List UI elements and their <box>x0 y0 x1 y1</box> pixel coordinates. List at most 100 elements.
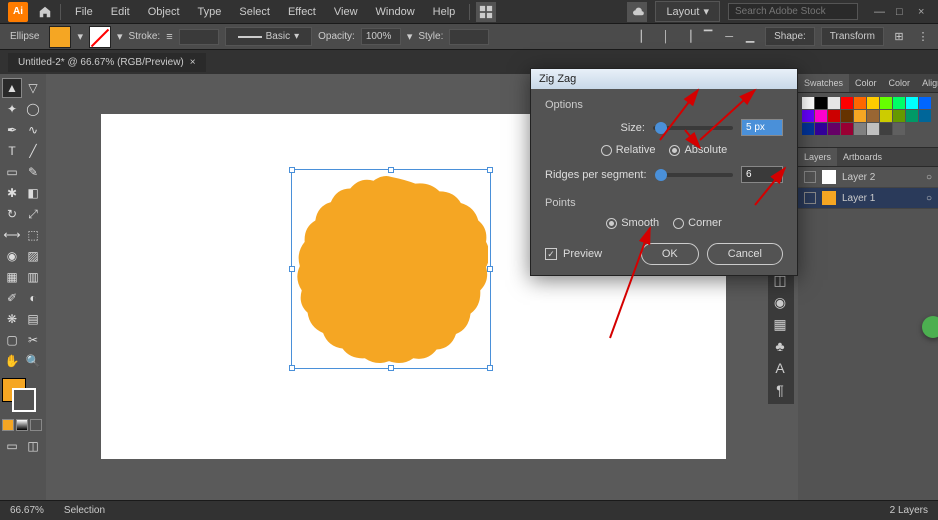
swatch[interactable] <box>880 97 892 109</box>
menu-type[interactable]: Type <box>190 2 230 22</box>
chevron-down-icon[interactable]: ▾ <box>407 30 413 43</box>
handle-br[interactable] <box>487 365 493 371</box>
swatch[interactable] <box>815 97 827 109</box>
stroke-swatch[interactable] <box>89 26 111 48</box>
align-center-icon[interactable]: │ <box>657 28 675 46</box>
free-transform-tool-icon[interactable]: ⬚ <box>23 225 43 245</box>
maximize-icon[interactable]: □ <box>896 6 908 18</box>
swatch[interactable] <box>854 97 866 109</box>
none-mode-icon[interactable] <box>30 419 42 431</box>
line-tool-icon[interactable]: ╱ <box>23 141 43 161</box>
tab-swatches[interactable]: Swatches <box>798 74 849 92</box>
menu-select[interactable]: Select <box>231 2 278 22</box>
swatch[interactable] <box>841 97 853 109</box>
layer-row[interactable]: Layer 1 ○ <box>798 188 938 209</box>
rectangle-tool-icon[interactable]: ▭ <box>2 162 22 182</box>
selection-tool-icon[interactable]: ▲ <box>2 78 22 98</box>
draw-mode-icon[interactable]: ◫ <box>23 436 43 456</box>
swatch[interactable] <box>906 110 918 122</box>
tab-align[interactable]: Align <box>916 74 938 92</box>
swatch[interactable] <box>802 110 814 122</box>
swatch[interactable] <box>841 123 853 135</box>
clubs-icon[interactable]: ♣ <box>770 336 790 356</box>
layout-dropdown[interactable]: Layout ▾ <box>655 1 720 22</box>
stroke-weight-stepper[interactable]: ≡ <box>166 31 172 43</box>
swatch[interactable] <box>893 110 905 122</box>
swatch[interactable] <box>919 97 931 109</box>
menu-view[interactable]: View <box>326 2 366 22</box>
dialog-titlebar[interactable]: Zig Zag <box>531 69 797 89</box>
tab-color[interactable]: Color <box>849 74 883 92</box>
fill-swatch[interactable] <box>49 26 71 48</box>
preview-checkbox[interactable]: ✓ Preview <box>545 248 602 260</box>
align-left-icon[interactable]: ▏ <box>636 28 654 46</box>
swatch[interactable] <box>893 123 905 135</box>
width-tool-icon[interactable]: ⟷ <box>2 225 22 245</box>
chevron-down-icon[interactable]: ▾ <box>117 30 123 43</box>
swatch[interactable] <box>919 110 931 122</box>
appearance-panel-icon[interactable]: ◉ <box>770 292 790 312</box>
smooth-radio[interactable]: Smooth <box>606 217 659 229</box>
curvature-tool-icon[interactable]: ∿ <box>23 120 43 140</box>
close-icon[interactable]: × <box>918 6 930 18</box>
layer-target-icon[interactable]: ○ <box>926 172 932 183</box>
graph-tool-icon[interactable]: ▤ <box>23 309 43 329</box>
transform-button[interactable]: Transform <box>821 27 884 46</box>
arrange-icon[interactable] <box>476 2 496 22</box>
minimize-icon[interactable]: — <box>874 6 886 18</box>
swatch[interactable] <box>893 97 905 109</box>
absolute-radio[interactable]: Absolute <box>669 144 727 156</box>
gradient-tool-icon[interactable]: ▥ <box>23 267 43 287</box>
swatch[interactable] <box>880 110 892 122</box>
swatch[interactable] <box>854 110 866 122</box>
selection-bounding-box[interactable] <box>291 169 491 369</box>
swatch[interactable] <box>841 110 853 122</box>
size-slider[interactable] <box>653 126 733 130</box>
handle-bl[interactable] <box>289 365 295 371</box>
symbol-sprayer-tool-icon[interactable]: ❋ <box>2 309 22 329</box>
magic-wand-tool-icon[interactable]: ✦ <box>2 99 22 119</box>
tab-close-icon[interactable]: × <box>190 57 196 68</box>
paragraph-panel-icon[interactable]: ¶ <box>770 380 790 400</box>
document-tab[interactable]: Untitled-2* @ 66.67% (RGB/Preview) × <box>8 53 206 72</box>
handle-tl[interactable] <box>289 167 295 173</box>
zoom-tool-icon[interactable]: 🔍 <box>23 351 43 371</box>
handle-bm[interactable] <box>388 365 394 371</box>
gradient-mode-icon[interactable] <box>16 419 28 431</box>
handle-mr[interactable] <box>487 266 493 272</box>
direct-selection-tool-icon[interactable]: ▽ <box>23 78 43 98</box>
menu-effect[interactable]: Effect <box>280 2 324 22</box>
ridges-input[interactable] <box>741 166 783 183</box>
relative-radio[interactable]: Relative <box>601 144 656 156</box>
corner-radio[interactable]: Corner <box>673 217 722 229</box>
align-top-icon[interactable]: ▔ <box>699 28 717 46</box>
menu-object[interactable]: Object <box>140 2 188 22</box>
screen-mode-icon[interactable]: ▭ <box>2 436 22 456</box>
swatch[interactable] <box>867 97 879 109</box>
eraser-tool-icon[interactable]: ◧ <box>23 183 43 203</box>
handle-tm[interactable] <box>388 167 394 173</box>
eyedropper-tool-icon[interactable]: ✐ <box>2 288 22 308</box>
size-input[interactable] <box>741 119 783 136</box>
search-input[interactable] <box>728 3 858 20</box>
tab-layers[interactable]: Layers <box>798 148 837 166</box>
swatch[interactable] <box>828 97 840 109</box>
layer-visibility-icon[interactable] <box>804 192 816 204</box>
hand-tool-icon[interactable]: ✋ <box>2 351 22 371</box>
color-mode-icon[interactable] <box>2 419 14 431</box>
type-tool-icon[interactable]: T <box>2 141 22 161</box>
swatch[interactable] <box>867 110 879 122</box>
artboard-tool-icon[interactable]: ▢ <box>2 330 22 350</box>
slice-tool-icon[interactable]: ✂ <box>23 330 43 350</box>
align-bottom-icon[interactable]: ▁ <box>741 28 759 46</box>
swatch[interactable] <box>854 123 866 135</box>
scale-tool-icon[interactable]: ⤢ <box>23 204 43 224</box>
transparency-panel-icon[interactable]: ▦ <box>770 314 790 334</box>
cloud-icon[interactable] <box>627 2 647 22</box>
swatch[interactable] <box>802 97 814 109</box>
fill-stroke-indicator[interactable] <box>2 378 38 414</box>
swatch[interactable] <box>815 110 827 122</box>
menu-help[interactable]: Help <box>425 2 464 22</box>
perspective-tool-icon[interactable]: ▨ <box>23 246 43 266</box>
brush-tool-icon[interactable]: ✎ <box>23 162 43 182</box>
